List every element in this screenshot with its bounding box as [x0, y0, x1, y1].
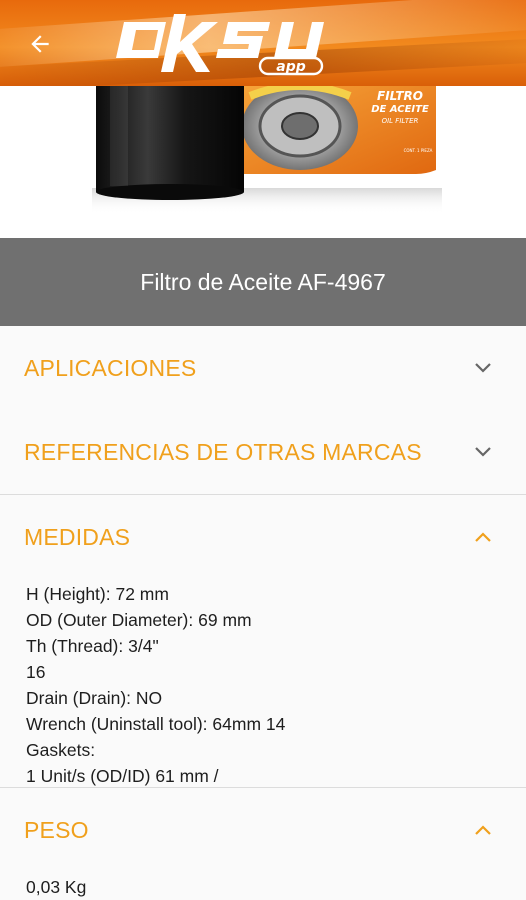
medidas-line: Th (Thread): 3/4" — [26, 636, 159, 656]
section-peso-title: PESO — [24, 816, 89, 843]
chevron-up-icon — [472, 526, 494, 548]
medidas-line: OD (Outer Diameter): 69 mm — [26, 610, 252, 630]
medidas-line: 1 Unit/s (OD/ID) 61 mm / — [26, 766, 219, 786]
box-text-aceite: DE ACEITE — [371, 104, 429, 115]
chevron-down-icon — [472, 357, 494, 379]
section-peso-body: 0,03 Kg — [0, 872, 526, 900]
section-referencias-header[interactable]: REFERENCIAS DE OTRAS MARCAS — [0, 410, 526, 494]
chevron-down-icon — [472, 441, 494, 463]
box-text-oil: OIL FILTER — [382, 117, 419, 125]
medidas-line: Wrench (Uninstall tool): 64mm 14 — [26, 714, 286, 734]
product-image: FILTRO DE ACEITE OIL FILTER CONT. 1 PIEZ… — [0, 86, 526, 238]
section-medidas-body: H (Height): 72 mm OD (Outer Diameter): 6… — [0, 579, 526, 787]
medidas-line: 16 — [26, 662, 46, 682]
box-text-filtro: FILTRO — [377, 89, 423, 103]
product-title-bar: Filtro de Aceite AF-4967 — [0, 238, 526, 326]
product-details-accordion: APLICACIONES REFERENCIAS DE OTRAS MARCAS… — [0, 326, 526, 900]
section-aplicaciones-title: APLICACIONES — [24, 354, 197, 381]
medidas-line: Gaskets: — [26, 740, 96, 760]
product-title: Filtro de Aceite AF-4967 — [140, 268, 386, 295]
section-medidas-title: MEDIDAS — [24, 523, 131, 550]
section-referencias-title: REFERENCIAS DE OTRAS MARCAS — [24, 438, 422, 465]
back-button[interactable] — [22, 26, 58, 62]
medidas-line: Drain (Drain): NO — [26, 688, 163, 708]
app-header: app — [0, 0, 526, 86]
section-medidas-header[interactable]: MEDIDAS — [0, 495, 526, 579]
peso-line: 0,03 Kg — [26, 877, 87, 897]
medidas-line: H (Height): 72 mm — [26, 584, 169, 604]
oksu-app-logo: app — [116, 8, 346, 83]
section-peso-header[interactable]: PESO — [0, 788, 526, 872]
section-aplicaciones-header[interactable]: APLICACIONES — [0, 326, 526, 410]
arrow-left-icon — [31, 35, 49, 53]
box-text-cont: CONT. 1 PIEZA — [404, 148, 433, 153]
chevron-up-icon — [472, 819, 494, 841]
svg-text:app: app — [276, 59, 306, 75]
